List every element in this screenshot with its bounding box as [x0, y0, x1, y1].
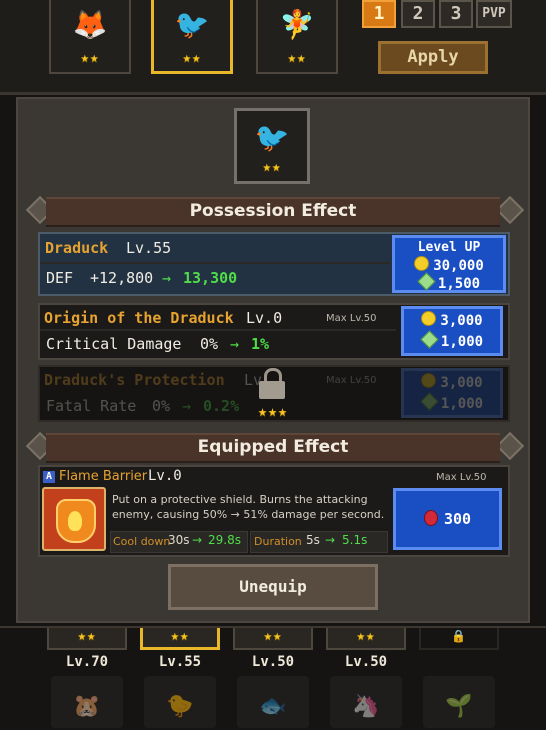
fox-pet-icon: 🦊 — [72, 8, 108, 41]
pet-stars: ★★ — [287, 50, 307, 66]
roster-card-2[interactable]: 🐤 — [144, 676, 216, 728]
critical-damage-label: Critical Damage — [46, 335, 182, 353]
lock-icon — [259, 368, 285, 402]
skill-level: Lv.0 — [148, 468, 182, 484]
team-tab-2[interactable]: 2 — [401, 0, 435, 28]
skill-upgrade-button[interactable]: 300 — [393, 488, 502, 550]
fish-pet-icon: 🐟 — [259, 694, 287, 719]
gem-icon — [420, 330, 439, 349]
origin-max-level: Max Lv.50 — [326, 313, 377, 324]
def-current: +12,800 — [90, 269, 154, 287]
roster-stars: ★★ — [77, 628, 97, 644]
arrow-icon: → — [325, 533, 336, 547]
roster-pet-2[interactable]: ★★ — [140, 628, 220, 650]
roster-pet-5-locked[interactable]: 🔒 — [419, 628, 499, 650]
sprout-pet-icon: 🌱 — [445, 694, 473, 719]
draduck-portrait-icon: 🐦 — [254, 121, 290, 154]
origin-upgrade-button[interactable]: 3,000 1,000 — [401, 306, 503, 356]
critical-damage-current: 0% — [200, 335, 219, 353]
skill-name: Flame Barrier — [59, 469, 148, 484]
duration-label: Duration — [254, 535, 302, 548]
skill-badge: A — [43, 471, 55, 483]
roster-card-3[interactable]: 🐟 — [237, 676, 309, 728]
flame-barrier-icon — [42, 487, 106, 551]
gem-icon — [417, 272, 436, 291]
pet-stars: ★★ — [80, 50, 100, 66]
cooldown-next: 29.8s — [208, 533, 241, 547]
gem-cost: 1,500 — [437, 276, 481, 292]
roster-stars: ★★ — [356, 628, 376, 644]
level-up-label: Level UP — [417, 240, 481, 255]
origin-gem-cost: 1,000 — [440, 334, 484, 350]
row-divider — [40, 262, 390, 264]
fairy-pet-icon: 🧚 — [279, 8, 315, 41]
roster-stars: ★★ — [263, 628, 283, 644]
team-pet-slot-3[interactable]: 🧚 ★★ — [256, 0, 338, 74]
unlock-stars: ★★★ — [257, 402, 289, 420]
origin-name: Origin of the Draduck — [44, 309, 234, 327]
team-tab-pvp[interactable]: PVP — [476, 0, 512, 28]
duration-next: 5.1s — [342, 533, 368, 547]
pet-name: Draduck — [45, 239, 109, 257]
team-tab-1[interactable]: 1 — [362, 0, 396, 28]
skill-max-level: Max Lv.50 — [436, 472, 487, 483]
unequip-button[interactable]: Unequip — [168, 564, 378, 610]
roster-stars: ★★ — [170, 628, 190, 644]
apply-button[interactable]: Apply — [378, 41, 488, 74]
possession-effect-title: Possession Effect — [46, 197, 500, 227]
arrow-icon: → — [162, 269, 172, 287]
lock-icon: 🔒 — [451, 629, 467, 643]
roster-card-4[interactable]: 🦄 — [330, 676, 402, 728]
duration-current: 5s — [306, 533, 320, 547]
skill-upgrade-cost: 300 — [443, 510, 472, 528]
chick-pet-icon: 🐤 — [166, 694, 194, 719]
roster-card-5[interactable]: 🌱 — [423, 676, 495, 728]
roster-pet-4[interactable]: ★★ — [326, 628, 406, 650]
origin-coin-cost: 3,000 — [440, 313, 483, 329]
coin-icon — [414, 256, 430, 271]
pet-portrait: 🐦 ★★ — [234, 108, 310, 184]
unicorn-pet-icon: 🦄 — [352, 694, 380, 719]
team-tab-3[interactable]: 3 — [439, 0, 473, 28]
skill-description: Put on a protective shield. Burns the at… — [112, 493, 385, 521]
row-divider — [40, 329, 396, 331]
coin-icon — [421, 311, 437, 326]
origin-level: Lv.0 — [246, 309, 283, 327]
portrait-stars: ★★ — [262, 159, 282, 175]
team-pet-slot-1[interactable]: 🦊 ★★ — [49, 0, 131, 74]
roster-pet-3[interactable]: ★★ — [233, 628, 313, 650]
roster-card-1[interactable]: 🐹 — [51, 676, 123, 728]
roster-level: Lv.50 — [344, 654, 388, 670]
hamster-pet-icon: 🐹 — [73, 694, 101, 719]
coin-cost: 30,000 — [433, 258, 484, 274]
equipped-effect-title: Equipped Effect — [46, 433, 500, 463]
cooldown-label: Cool down — [113, 535, 171, 548]
level-up-button[interactable]: Level UP 30,000 1,500 — [392, 235, 506, 293]
critical-damage-next: 1% — [251, 335, 270, 353]
def-label: DEF — [46, 269, 74, 287]
def-next: 13,300 — [183, 269, 238, 287]
roster-level: Lv.50 — [251, 654, 295, 670]
cooldown-current: 30s — [168, 533, 190, 547]
pet-level: Lv.55 — [126, 239, 172, 257]
draduck-pet-icon: 🐦 — [174, 8, 210, 41]
roster-level: Lv.70 — [65, 654, 109, 670]
arrow-icon: → — [192, 533, 203, 547]
red-gem-icon — [423, 510, 438, 526]
roster-level: Lv.55 — [158, 654, 202, 670]
roster-pet-1[interactable]: ★★ — [47, 628, 127, 650]
arrow-icon: → — [230, 335, 240, 353]
pet-stars: ★★ — [182, 50, 202, 66]
team-pet-slot-2[interactable]: 🐦 ★★ — [151, 0, 233, 74]
